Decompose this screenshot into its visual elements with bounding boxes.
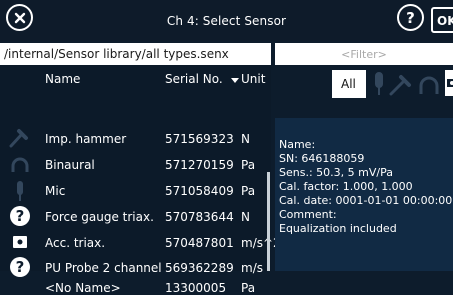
svg-text:?: ? [16, 207, 25, 225]
library-path-field[interactable]: /internal/Sensor library/all types.senx [0, 43, 271, 65]
accelerometer-filter-button[interactable] [445, 70, 453, 96]
column-header-unit[interactable]: Unit [241, 72, 265, 86]
microphone-filter-icon[interactable] [372, 72, 386, 100]
help-icon: ? [406, 8, 415, 27]
row-name[interactable]: PU Probe 2 channel [45, 261, 162, 275]
row-name[interactable]: Force gauge triax. [45, 210, 154, 224]
ok-button[interactable]: OK [431, 7, 453, 33]
detail-cal-date: Cal. date: 0001-01-01 00:00:00 [279, 194, 453, 207]
row-serial[interactable]: 571058409 [165, 184, 234, 198]
row-name[interactable]: Binaural [45, 158, 95, 172]
row-unit[interactable]: N [241, 132, 250, 146]
headphones-filter-icon[interactable] [416, 74, 442, 100]
row-unit[interactable]: Pa [241, 184, 255, 198]
help-button[interactable]: ? [397, 4, 424, 31]
list-scrollbar[interactable] [267, 172, 270, 271]
row-name[interactable]: <No Name> [45, 281, 121, 295]
detail-comment: Comment: [279, 208, 337, 221]
sort-descending-icon[interactable] [231, 78, 239, 83]
row-serial[interactable]: 570783644 [165, 210, 234, 224]
hammer-filter-icon[interactable] [389, 74, 415, 100]
headphones-icon [8, 154, 32, 176]
row-unit[interactable]: m/s [241, 261, 263, 275]
accelerometer-icon [8, 231, 32, 253]
row-unit[interactable]: Pa [241, 158, 255, 172]
microphone-icon [8, 180, 32, 202]
svg-text:?: ? [16, 258, 25, 276]
row-serial[interactable]: 569362289 [165, 261, 234, 275]
question-icon: ? [8, 205, 32, 227]
detail-cal-factor: Cal. factor: 1.000, 1.000 [279, 180, 413, 193]
detail-name: Name: [279, 138, 316, 151]
tab-all[interactable]: All [332, 70, 366, 98]
row-name[interactable]: Imp. hammer [45, 132, 126, 146]
row-unit[interactable]: N [241, 210, 250, 224]
row-unit[interactable]: Pa [241, 281, 255, 295]
detail-sensitivity: Sens.: 50.3, 5 mV/Pa [279, 166, 393, 179]
row-name[interactable]: Acc. triax. [45, 236, 105, 250]
row-name[interactable]: Mic [45, 184, 65, 198]
row-serial[interactable]: 571270159 [165, 158, 234, 172]
column-header-serial[interactable]: Serial No. [165, 72, 223, 86]
question-icon: ? [8, 256, 32, 278]
dialog-title: Ch 4: Select Sensor [166, 14, 287, 28]
detail-equalization: Equalization included [279, 222, 397, 235]
accelerometer-icon [447, 79, 453, 87]
hammer-icon [8, 127, 32, 149]
detail-serial: SN: 646188059 [279, 152, 365, 165]
row-serial[interactable]: 13300005 [165, 281, 226, 295]
column-header-name[interactable]: Name [45, 72, 80, 86]
row-serial[interactable]: 571569323 [165, 132, 234, 146]
row-serial[interactable]: 570487801 [165, 236, 234, 250]
filter-input[interactable]: <Filter> [275, 43, 453, 65]
